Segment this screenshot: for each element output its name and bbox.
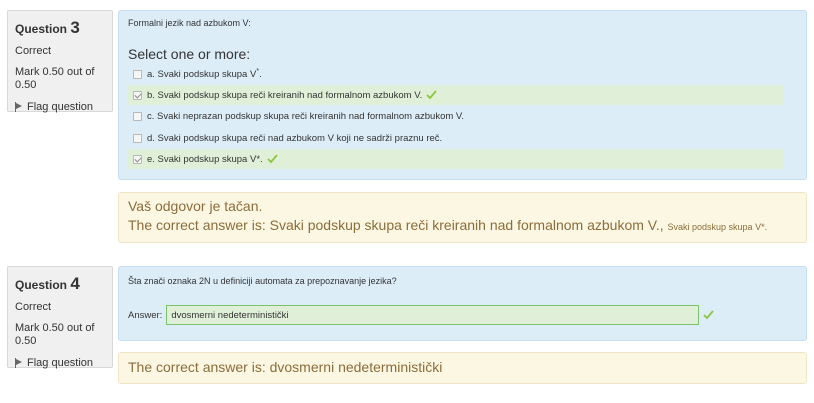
question-label: Question <box>15 278 68 292</box>
question-number: Question 3 <box>15 18 105 39</box>
question-text: Šta znači oznaka 2N u definiciji automat… <box>128 276 397 286</box>
answer-label: Answer: <box>128 309 163 321</box>
question-3-formulation: Formalni jezik nad azbukom V: Select one… <box>118 10 807 180</box>
question-4-feedback: The correct answer is: dvosmerni nedeter… <box>118 352 807 384</box>
question-number-value: 3 <box>70 18 80 37</box>
correct-check-icon <box>703 310 715 320</box>
flag-question-button[interactable]: Flag question <box>15 357 105 369</box>
answer-row: Answer: dvosmerni nedeterministički <box>128 305 715 325</box>
question-text: Formalni jezik nad azbukom V: <box>128 18 251 28</box>
question-4-formulation: Šta znači oznaka 2N u definiciji automat… <box>118 266 807 341</box>
option-b-checkbox[interactable] <box>133 90 142 100</box>
option-d-label: d. Svaki podskup skupa reči nad azbukom … <box>147 132 443 144</box>
answer-input[interactable]: dvosmerni nedeterministički <box>166 305 700 325</box>
option-e[interactable]: e. Svaki podskup skupa V*. <box>128 149 783 169</box>
option-a[interactable]: a. Svaki podskup skupa V*. <box>128 64 783 84</box>
question-number-value: 4 <box>70 274 80 293</box>
question-number: Question 4 <box>15 274 105 295</box>
option-a-checkbox[interactable] <box>133 69 142 79</box>
correct-check-icon <box>267 154 278 164</box>
option-b[interactable]: b. Svaki podskup skupa reči kreiranih na… <box>128 85 783 105</box>
correct-answer-feedback: The correct answer is: dvosmerni nedeter… <box>128 359 443 375</box>
flag-icon <box>15 358 23 368</box>
question-grade: Mark 0.50 out of 0.50 <box>15 66 95 91</box>
option-b-label: b. Svaki podskup skupa reči kreiranih na… <box>147 89 423 101</box>
option-e-checkbox[interactable] <box>133 154 142 164</box>
option-c-checkbox[interactable] <box>133 111 142 121</box>
flag-question-button[interactable]: Flag question <box>15 101 105 113</box>
question-3-feedback: Vaš odgovor je tačan. The correct answer… <box>118 192 807 243</box>
option-a-label: a. Svaki podskup skupa V*. <box>147 67 262 81</box>
general-feedback: Vaš odgovor je tačan. <box>128 198 263 214</box>
question-state: Correct <box>15 45 52 57</box>
correct-answer-feedback: The correct answer is: Svaki podskup sku… <box>128 217 768 233</box>
option-d-checkbox[interactable] <box>133 133 142 143</box>
answer-prompt: Select one or more: <box>128 46 251 62</box>
question-4-info: Question 4 Correct Mark 0.50 out of 0.50… <box>7 266 113 369</box>
option-c-label: c. Svaki neprazan podskup skupa reči kre… <box>147 110 465 122</box>
question-state: Correct <box>15 301 52 313</box>
option-e-label: e. Svaki podskup skupa V*. <box>147 153 263 165</box>
flag-question-label: Flag question <box>27 101 94 113</box>
correct-check-icon <box>426 90 437 100</box>
flag-question-label: Flag question <box>27 357 94 369</box>
option-c[interactable]: c. Svaki neprazan podskup skupa reči kre… <box>128 106 783 126</box>
question-label: Question <box>15 22 68 36</box>
option-d[interactable]: d. Svaki podskup skupa reči nad azbukom … <box>128 128 783 148</box>
question-3-info: Question 3 Correct Mark 0.50 out of 0.50… <box>7 10 113 113</box>
flag-icon <box>15 102 23 112</box>
question-grade: Mark 0.50 out of 0.50 <box>15 322 95 347</box>
